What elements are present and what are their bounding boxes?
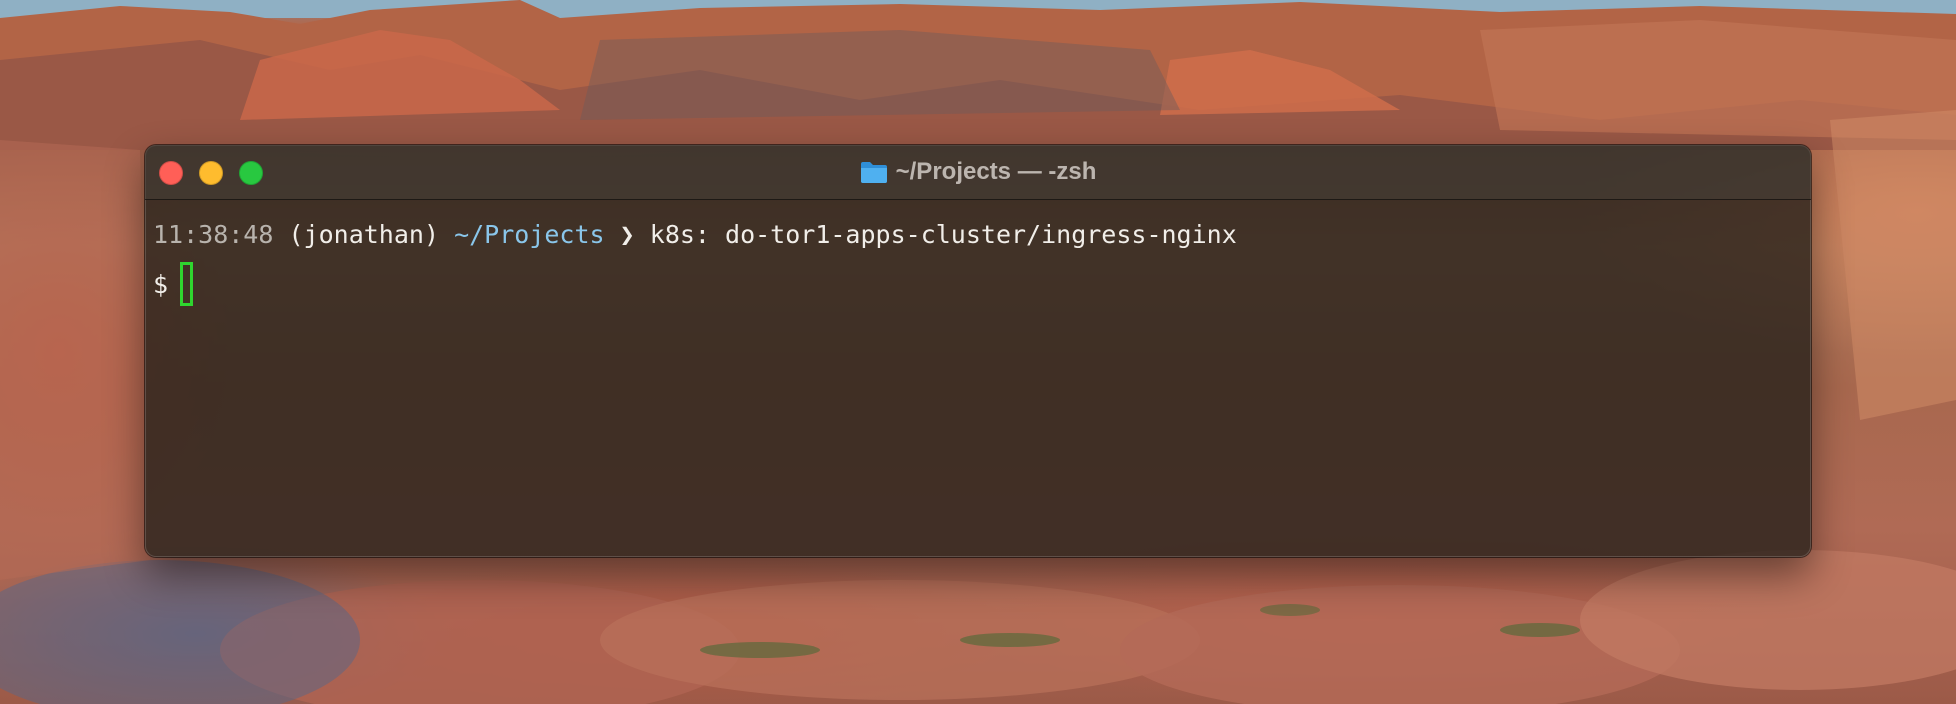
prompt-cwd: ~/Projects <box>454 220 605 249</box>
prompt-separator-icon: ❯ <box>619 220 635 249</box>
prompt-symbol: $ <box>153 270 169 299</box>
input-line[interactable]: $ <box>153 260 1811 310</box>
terminal-window: ~/Projects — -zsh 11:38:48 (jonathan) ~/… <box>145 145 1811 557</box>
prompt-time: 11:38:48 <box>153 220 274 249</box>
window-title-area: ~/Projects — -zsh <box>145 145 1811 199</box>
prompt-user: (jonathan) <box>288 220 439 249</box>
title-bar[interactable]: ~/Projects — -zsh <box>145 145 1811 200</box>
prompt-k8s-context: k8s: do-tor1-apps-cluster/ingress-nginx <box>649 220 1237 249</box>
window-title: ~/Projects — -zsh <box>895 158 1097 185</box>
terminal-output[interactable]: 11:38:48 (jonathan) ~/Projects ❯ k8s: do… <box>145 200 1811 310</box>
status-line: 11:38:48 (jonathan) ~/Projects ❯ k8s: do… <box>153 210 1811 260</box>
folder-icon <box>860 160 888 184</box>
text-cursor <box>180 262 194 306</box>
